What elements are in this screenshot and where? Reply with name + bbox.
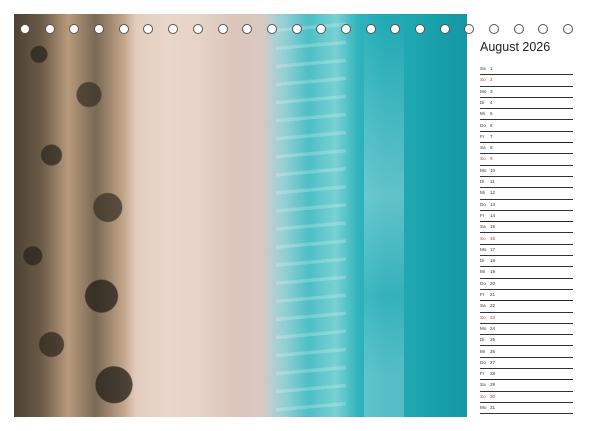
day-name: Mi [480, 348, 485, 354]
surf-foam-outer [364, 14, 404, 417]
day-name: Di [480, 179, 485, 184]
binder-hole [168, 24, 179, 34]
day-name: Sa [480, 303, 486, 309]
binder-hole [217, 24, 228, 34]
day-name: Sa [480, 145, 486, 151]
day-name: Do [480, 280, 486, 286]
day-number: 14 [490, 212, 496, 218]
day-number: 6 [490, 122, 493, 128]
binder-holes [0, 24, 600, 38]
day-name: Di [480, 258, 485, 264]
day-number: 27 [490, 359, 496, 365]
binder-hole [242, 24, 253, 34]
day-name: Fr [480, 371, 485, 377]
day-name: Mi [480, 111, 485, 117]
day-number: 25 [490, 337, 496, 343]
day-name: Mo [480, 246, 487, 252]
day-number: 20 [490, 280, 496, 286]
day-name: Di [480, 337, 485, 343]
binder-hole [69, 24, 80, 34]
day-name: Mo [480, 325, 487, 331]
day-name: So [480, 77, 486, 83]
day-name: Mi [480, 269, 485, 275]
day-name: Sa [480, 224, 486, 230]
binder-hole [20, 24, 30, 34]
binder-hole [340, 24, 351, 34]
day-name: So [480, 156, 486, 162]
binder-hole [390, 24, 401, 34]
day-name: So [480, 314, 486, 320]
binder-hole [44, 24, 55, 34]
binder-hole [118, 24, 129, 34]
binder-hole [414, 24, 425, 34]
month-title: August 2026 [480, 40, 551, 54]
day-number: 8 [490, 145, 493, 151]
day-name: Mi [480, 190, 485, 196]
day-number: 16 [490, 235, 496, 241]
calendar-panel: August 2026 Sa 1 So 2 Mo 3 Di 4 Mi 5 Do 6 Fr 7 Sa 8 So 9 M… [467, 14, 587, 417]
day-number: 4 [490, 99, 493, 105]
dune-vegetation [14, 14, 139, 417]
binder-hole [513, 24, 524, 34]
day-number: 15 [490, 224, 496, 230]
day-name: Fr [480, 133, 485, 139]
binder-hole [94, 24, 104, 34]
binder-hole [143, 24, 154, 34]
day-name: Mo [480, 405, 487, 410]
day-name: Mo [480, 88, 487, 94]
day-number: 21 [490, 292, 496, 297]
day-name: Do [480, 122, 486, 128]
binder-hole [439, 24, 450, 34]
aerial-beach-photo [14, 14, 467, 417]
day-number: 24 [490, 325, 496, 331]
day-number: 7 [490, 133, 493, 139]
binder-hole [291, 24, 302, 34]
binder-hole [563, 24, 573, 34]
day-number: 1 [490, 66, 493, 71]
day-number: 3 [490, 88, 493, 94]
day-name: Di [480, 99, 485, 105]
binder-hole [489, 24, 499, 34]
day-number: 13 [490, 201, 496, 207]
day-name: Sa [480, 382, 486, 388]
day-number: 23 [490, 314, 496, 320]
binder-hole [266, 24, 277, 34]
day-number: 11 [490, 179, 495, 184]
day-name: Do [480, 201, 486, 207]
day-name: Fr [480, 212, 485, 218]
day-number: 28 [490, 371, 496, 377]
day-name: Mo [480, 167, 487, 173]
day-number: 9 [490, 156, 493, 162]
day-number: 19 [490, 269, 496, 275]
day-name: Fr [480, 292, 485, 297]
day-name: So [480, 393, 486, 399]
day-name: Do [480, 359, 486, 365]
day-number: 30 [490, 393, 496, 399]
day-number: 2 [490, 77, 493, 83]
binder-hole [464, 24, 475, 34]
day-number: 18 [490, 258, 496, 264]
day-number: 29 [490, 382, 496, 388]
binder-hole [316, 24, 327, 34]
binder-hole [538, 24, 549, 34]
binder-hole [365, 24, 376, 34]
binder-hole [192, 24, 203, 34]
day-number: 26 [490, 348, 496, 354]
surf-foam [276, 14, 346, 417]
day-number: 10 [490, 167, 496, 173]
calendar-page: August 2026 Sa 1 So 2 Mo 3 Di 4 Mi 5 Do 6 Fr 7 Sa 8 So 9 M… [0, 0, 600, 431]
day-name: Sa [480, 66, 486, 71]
day-name: So [480, 235, 486, 241]
day-number: 12 [490, 190, 496, 196]
day-number: 31 [490, 405, 496, 410]
day-number: 17 [490, 246, 496, 252]
day-row: Mo 31 [480, 402, 573, 415]
day-number: 22 [490, 303, 496, 309]
day-number: 5 [490, 111, 493, 117]
